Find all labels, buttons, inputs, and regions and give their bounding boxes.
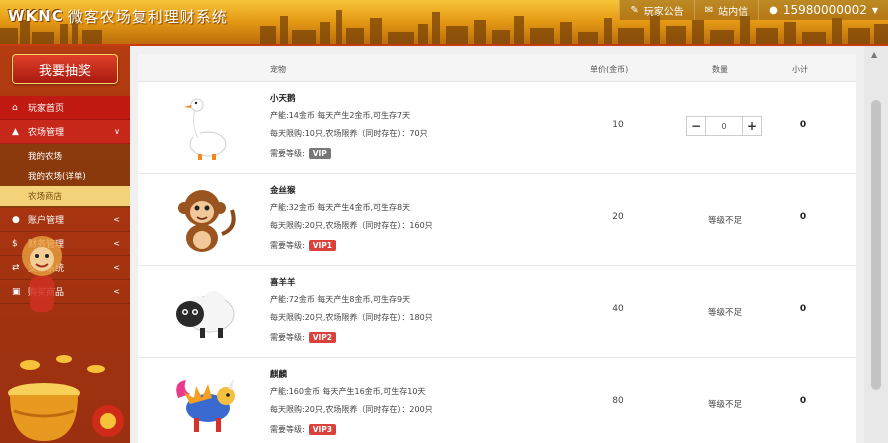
quantity-input[interactable]	[706, 116, 742, 136]
pet-yield: 产能:32金币 每天产生4金币,可生存8天	[270, 203, 411, 212]
pet-limit: 每天限购:20只,农场限养（同时存在）：200只	[270, 405, 433, 414]
pet-subtotal: 0	[799, 304, 807, 314]
pet-yield: 产能:160金币 每天产生16金币,可生存10天	[270, 387, 426, 396]
level-insufficient-status: 等级不足	[707, 400, 742, 410]
table-row: 小天鹅 产能:14金币 每天产生2金币,可生存7天 每天限购:10只,农场限养（…	[138, 82, 856, 174]
pet-name: 小天鹅	[270, 94, 296, 104]
user-icon: ●	[12, 214, 20, 225]
pet-price: 10	[612, 120, 624, 130]
chevron-down-icon: ∨	[114, 127, 120, 136]
level-label: 需要等级:	[270, 240, 305, 250]
pet-subtotal: 0	[799, 396, 807, 406]
table-header: 宠物 单价(金币) 数量 小计	[138, 54, 856, 82]
vip-badge: VIP2	[308, 331, 337, 343]
pet-limit: 每天限购:10只,农场限养（同时存在）：70只	[270, 129, 428, 138]
home-icon: ⌂	[12, 102, 18, 113]
level-label: 需要等级:	[270, 148, 305, 158]
user-icon: ●	[769, 4, 778, 16]
level-label: 需要等级:	[270, 424, 305, 434]
level-label: 需要等级:	[270, 332, 305, 342]
sidebar-item-label: 玩家首页	[28, 104, 65, 114]
shop-table: 宠物 单价(金币) 数量 小计 小天鹅 产能:14金币 每天产生2金币,可生存7…	[138, 54, 856, 443]
farm-icon: ▲	[12, 126, 19, 137]
scroll-up-icon[interactable]: ▲	[871, 50, 877, 59]
caret-down-icon: ▼	[871, 5, 878, 15]
monkey-mascot-decoration	[22, 236, 62, 312]
logo-mark: WKNC	[8, 7, 64, 25]
pet-level: 需要等级: VIP	[270, 144, 570, 162]
chevron-left-icon: <	[113, 239, 120, 248]
user-menu[interactable]: ● 15980000002 ▼	[758, 0, 888, 20]
quantity-stepper: − +	[686, 116, 762, 136]
app-header: WKNC 微客农场复利理财系统 ✎ 玩家公告 ✉ 站内信 ● 159800000…	[0, 0, 888, 46]
col-price: 单价(金币)	[590, 65, 629, 74]
notice-link[interactable]: ✎ 玩家公告	[619, 0, 694, 20]
level-insufficient-status: 等级不足	[707, 308, 742, 318]
pet-price: 20	[612, 212, 624, 222]
bullhorn-icon: ✎	[630, 4, 639, 16]
chevron-left-icon: <	[113, 215, 120, 224]
sidebar: 我要抽奖 ⌂ 玩家首页 ▲ 农场管理 ∨ 我的农场 我的农场(详单) 农场商店 …	[0, 46, 130, 443]
col-pet: 宠物	[270, 65, 286, 74]
pet-info: 小天鹅 产能:14金币 每天产生2金币,可生存7天 每天限购:10只,农场限养（…	[270, 92, 570, 162]
sidebar-item-label: 农场管理	[28, 128, 65, 138]
qilin-image	[176, 378, 235, 432]
pet-level: 需要等级: VIP2	[270, 328, 570, 346]
app-logo[interactable]: WKNC 微客农场复利理财系统	[8, 4, 228, 28]
lottery-button[interactable]: 我要抽奖	[12, 54, 118, 84]
pet-info: 麒麟 产能:160金币 每天产生16金币,可生存10天 每天限购:20只,农场限…	[270, 368, 570, 438]
pet-subtotal: 0	[799, 212, 807, 222]
pet-name: 金丝猴	[270, 186, 296, 196]
envelope-icon: ✉	[704, 4, 714, 16]
vip-badge: VIP1	[308, 239, 337, 251]
table-row: 麒麟 产能:160金币 每天产生16金币,可生存10天 每天限购:20只,农场限…	[138, 358, 856, 443]
user-account: 15980000002	[782, 3, 867, 17]
sidebar-item-home[interactable]: ⌂ 玩家首页	[0, 96, 130, 120]
sidebar-subitem-my-farm[interactable]: 我的农场	[0, 146, 130, 166]
level-insufficient-status: 等级不足	[707, 216, 742, 226]
pet-name: 喜羊羊	[270, 278, 296, 288]
sidebar-subitem-farm-shop[interactable]: 农场商店	[0, 186, 130, 206]
pet-price: 40	[612, 304, 624, 314]
sidebar-subitem-farm-detail[interactable]: 我的农场(详单)	[0, 166, 130, 186]
col-qty: 数量	[712, 65, 728, 74]
swan-image	[184, 98, 227, 160]
decrement-button[interactable]: −	[686, 116, 706, 136]
messages-label: 站内信	[718, 6, 749, 18]
chevron-left-icon: <	[113, 263, 120, 272]
farm-submenu: 我的农场 我的农场(详单) 农场商店	[0, 144, 130, 208]
pet-name: 麒麟	[270, 370, 288, 380]
pet-info: 金丝猴 产能:32金币 每天产生4金币,可生存8天 每天限购:20只,农场限养（…	[270, 184, 570, 254]
app-title: 微客农场复利理财系统	[67, 7, 228, 26]
vip-badge: VIP	[308, 147, 331, 159]
pet-limit: 每天限购:20只,农场限养（同时存在）：180只	[270, 313, 433, 322]
scrollbar-thumb[interactable]	[871, 100, 881, 390]
sheep-image	[176, 291, 235, 338]
notice-label: 玩家公告	[643, 6, 684, 18]
chevron-left-icon: <	[113, 287, 120, 296]
main-content: 宠物 单价(金币) 数量 小计 小天鹅 产能:14金币 每天产生2金币,可生存7…	[130, 46, 888, 443]
sidebar-item-farm[interactable]: ▲ 农场管理 ∨	[0, 120, 130, 144]
pet-level: 需要等级: VIP3	[270, 420, 570, 438]
table-row: 喜羊羊 产能:72金币 每天产生8金币,可生存9天 每天限购:20只,农场限养（…	[138, 266, 856, 358]
page-scrollbar[interactable]: ▲	[864, 46, 888, 443]
increment-button[interactable]: +	[742, 116, 762, 136]
pet-limit: 每天限购:20只,农场限养（同时存在）：160只	[270, 221, 433, 230]
pet-yield: 产能:14金币 每天产生2金币,可生存7天	[270, 111, 411, 120]
top-nav: ✎ 玩家公告 ✉ 站内信 ● 15980000002 ▼	[619, 0, 888, 20]
monkey-image	[178, 190, 236, 252]
table-row: 金丝猴 产能:32金币 每天产生4金币,可生存8天 每天限购:20只,农场限养（…	[138, 174, 856, 266]
treasure-pot-decoration	[8, 355, 124, 441]
pet-price: 80	[612, 396, 624, 406]
pet-yield: 产能:72金币 每天产生8金币,可生存9天	[270, 295, 411, 304]
sidebar-item-label: 账户管理	[28, 216, 65, 226]
messages-link[interactable]: ✉ 站内信	[693, 0, 759, 20]
col-subtotal: 小计	[792, 65, 808, 74]
pet-level: 需要等级: VIP1	[270, 236, 570, 254]
vip-badge: VIP3	[308, 423, 337, 435]
pet-subtotal: 0	[799, 120, 807, 130]
pet-info: 喜羊羊 产能:72金币 每天产生8金币,可生存9天 每天限购:20只,农场限养（…	[270, 276, 570, 346]
